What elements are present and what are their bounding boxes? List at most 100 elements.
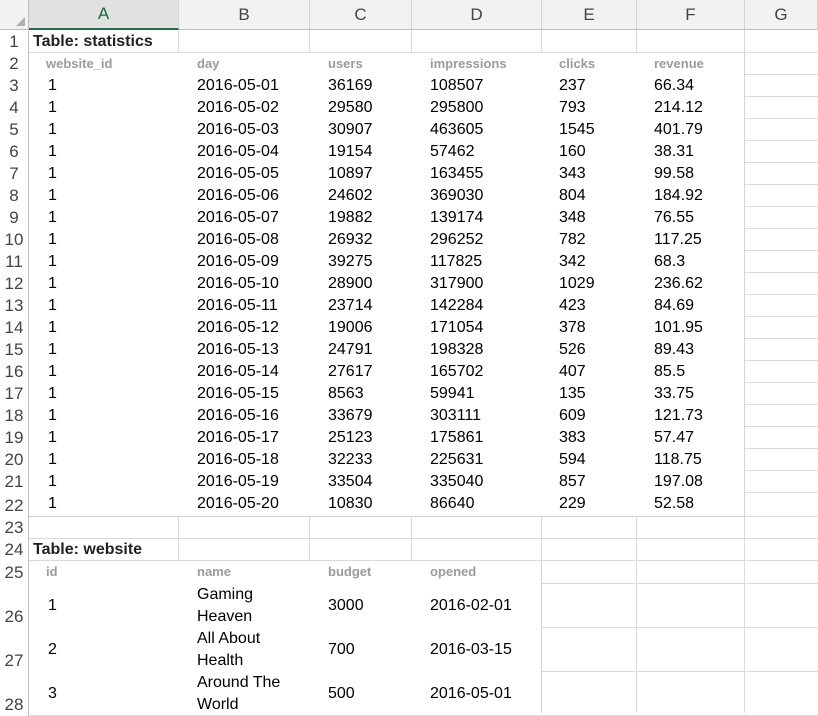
statistics-header-day: day	[197, 56, 220, 71]
row-header-10[interactable]: 10	[0, 229, 29, 251]
website-header-opened: opened	[430, 564, 477, 579]
row-header-6[interactable]: 6	[0, 141, 29, 163]
row-header-7[interactable]: 7	[0, 163, 29, 185]
row-header-27[interactable]: 27	[0, 628, 29, 672]
statistics-cell: 121.73	[654, 407, 703, 424]
statistics-cell: 1	[48, 231, 57, 248]
row-header-19[interactable]: 19	[0, 427, 29, 449]
statistics-cell: 236.62	[654, 275, 703, 292]
statistics-cell: 2016-05-11	[197, 297, 278, 314]
row-header-21[interactable]: 21	[0, 471, 29, 493]
statistics-cell: 10830	[328, 495, 373, 512]
statistics-cell: 52.58	[654, 495, 695, 512]
statistics-cell: 24791	[328, 341, 373, 358]
statistics-cell: 1	[48, 319, 57, 336]
statistics-cell: 407	[559, 363, 586, 380]
statistics-cell: 463605	[430, 121, 484, 138]
row-header-28[interactable]: 28	[0, 672, 29, 716]
row-header-4[interactable]: 4	[0, 97, 29, 119]
statistics-cell: 76.55	[654, 209, 695, 226]
statistics-cell: 165702	[430, 363, 484, 380]
row-header-9[interactable]: 9	[0, 207, 29, 229]
website-name-cell: Around The World	[197, 674, 281, 713]
statistics-cell: 295800	[430, 99, 484, 116]
statistics-cell: 29580	[328, 99, 373, 116]
statistics-cell: 171054	[430, 319, 484, 336]
statistics-table-border-right	[744, 53, 745, 516]
website-table-title: Table: website	[33, 541, 143, 558]
statistics-cell: 1	[48, 385, 57, 402]
statistics-cell: 1	[48, 121, 57, 138]
website-cell: 3000	[328, 597, 364, 614]
statistics-cell: 378	[559, 319, 586, 336]
statistics-cell: 28900	[328, 275, 373, 292]
statistics-cell: 23714	[328, 297, 373, 314]
spreadsheet-grid[interactable]: A B C D E F G 1 2 3 4 5 6 7 8 9 10 11 12 13 14 15 16 17 18 19 20 21…	[0, 0, 818, 716]
column-header-f[interactable]: F	[637, 0, 745, 30]
row-header-1[interactable]: 1	[0, 31, 29, 53]
column-header-b[interactable]: B	[179, 0, 310, 30]
statistics-cell: 2016-05-03	[197, 121, 279, 138]
statistics-cell: 526	[559, 341, 586, 358]
statistics-cell: 2016-05-15	[197, 385, 279, 402]
statistics-cell: 1	[48, 99, 57, 116]
statistics-cell: 57.47	[654, 429, 695, 446]
row-header-20[interactable]: 20	[0, 449, 29, 471]
row-header-26[interactable]: 26	[0, 584, 29, 628]
statistics-cell: 2016-05-02	[197, 99, 279, 116]
column-header-g[interactable]: G	[745, 0, 818, 30]
row-header-23[interactable]: 23	[0, 517, 29, 539]
row-header-11[interactable]: 11	[0, 251, 29, 273]
statistics-header-users: users	[328, 56, 363, 71]
row-header-2[interactable]: 2	[0, 53, 29, 75]
row-header-12[interactable]: 12	[0, 273, 29, 295]
statistics-header-impressions: impressions	[430, 56, 507, 71]
statistics-cell: 19006	[328, 319, 373, 336]
statistics-cell: 225631	[430, 451, 484, 468]
column-header-c[interactable]: C	[310, 0, 412, 30]
column-header-d[interactable]: D	[412, 0, 542, 30]
row-header-17[interactable]: 17	[0, 383, 29, 405]
statistics-cell: 1	[48, 473, 57, 490]
statistics-cell: 1029	[559, 275, 595, 292]
row-header-25[interactable]: 25	[0, 561, 29, 584]
website-cell: 1	[48, 597, 57, 614]
column-header-a[interactable]: A	[29, 0, 179, 30]
website-cell: 500	[328, 685, 355, 702]
statistics-cell: 2016-05-16	[197, 407, 279, 424]
statistics-cell: 214.12	[654, 99, 703, 116]
statistics-cell: 68.3	[654, 253, 686, 270]
row-header-22[interactable]: 22	[0, 493, 29, 517]
statistics-cell: 335040	[430, 473, 484, 490]
statistics-cell: 163455	[430, 165, 484, 182]
website-header-budget: budget	[328, 564, 372, 579]
row-header-18[interactable]: 18	[0, 405, 29, 427]
statistics-cell: 101.95	[654, 319, 703, 336]
select-all-corner[interactable]	[0, 0, 29, 30]
statistics-cell: 1	[48, 187, 57, 204]
row-header-14[interactable]: 14	[0, 317, 29, 339]
statistics-cell: 2016-05-17	[197, 429, 279, 446]
column-header-e[interactable]: E	[542, 0, 637, 30]
statistics-cell: 117.25	[654, 231, 702, 248]
statistics-cell: 317900	[430, 275, 484, 292]
statistics-cell: 2016-05-19	[197, 473, 279, 490]
row-header-5[interactable]: 5	[0, 119, 29, 141]
statistics-cell: 24602	[328, 187, 373, 204]
statistics-cell: 2016-05-12	[197, 319, 279, 336]
row-header-8[interactable]: 8	[0, 185, 29, 207]
row-header-16[interactable]: 16	[0, 361, 29, 383]
row-header-15[interactable]: 15	[0, 339, 29, 361]
statistics-cell: 198328	[430, 341, 484, 358]
statistics-cell: 2016-05-04	[197, 143, 279, 160]
statistics-cell: 142284	[430, 297, 484, 314]
statistics-cell: 1	[48, 363, 57, 380]
row-header-3[interactable]: 3	[0, 75, 29, 97]
statistics-cell: 139174	[430, 209, 484, 226]
row-header-24[interactable]: 24	[0, 539, 29, 561]
statistics-cell: 857	[559, 473, 586, 490]
statistics-cell: 793	[559, 99, 586, 116]
statistics-cell: 89.43	[654, 341, 695, 358]
row-header-13[interactable]: 13	[0, 295, 29, 317]
statistics-cell: 342	[559, 253, 586, 270]
